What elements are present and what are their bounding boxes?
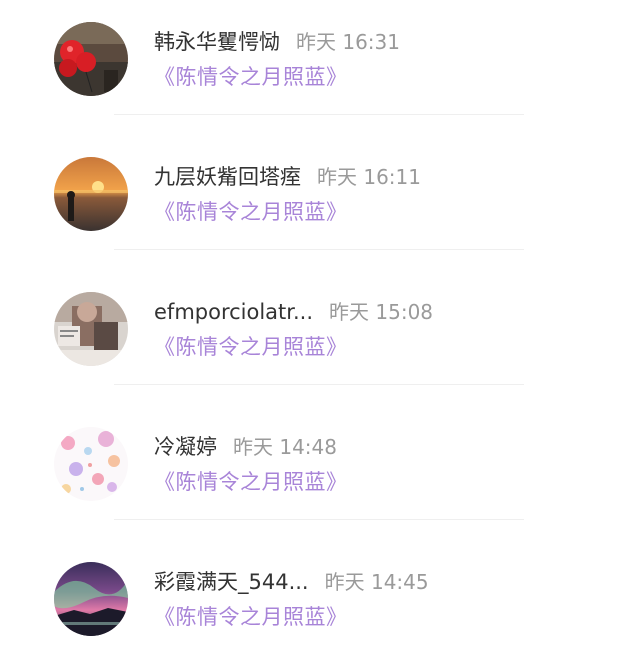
- commenter-name-text[interactable]: 冷凝婷: [154, 435, 217, 459]
- commenter-name[interactable]: 九层妖觜回塔痓 昨天 16:11: [154, 163, 421, 191]
- comment-time: 昨天 16:31: [296, 30, 400, 54]
- avatar[interactable]: [54, 427, 128, 501]
- comment-time: 昨天 14:45: [324, 570, 429, 594]
- divider: [114, 249, 524, 250]
- commenter-name[interactable]: 彩霞满天_544... 昨天 14:45: [154, 568, 429, 596]
- commenter-name-text[interactable]: 九层妖觜回塔痓: [154, 165, 301, 189]
- list-item[interactable]: 韩永华矍愕恸 昨天 16:31 《陈情令之月照蓝》: [0, 0, 640, 135]
- comment-time: 昨天 15:08: [329, 300, 434, 324]
- list-item[interactable]: 冷凝婷 昨天 14:48 《陈情令之月照蓝》: [0, 405, 640, 540]
- comment-time: 昨天 16:11: [317, 165, 421, 189]
- commenter-name[interactable]: efmporciolatr... 昨天 15:08: [154, 298, 433, 326]
- avatar[interactable]: [54, 157, 128, 231]
- avatar[interactable]: [54, 22, 128, 96]
- photo-collage-avatar-icon: [54, 292, 128, 366]
- list-item[interactable]: 彩霞满天_544... 昨天 14:45 《陈情令之月照蓝》: [0, 540, 640, 648]
- commenter-name-text[interactable]: efmporciolatr...: [154, 300, 313, 324]
- divider: [114, 384, 524, 385]
- sunset-silhouette-avatar-icon: [54, 157, 128, 231]
- aurora-landscape-avatar-icon: [54, 562, 128, 636]
- commenter-name[interactable]: 韩永华矍愕恸 昨天 16:31: [154, 28, 400, 56]
- comment-quote[interactable]: 《陈情令之月照蓝》: [154, 602, 348, 632]
- divider: [114, 114, 524, 115]
- list-item[interactable]: 九层妖觜回塔痓 昨天 16:11 《陈情令之月照蓝》: [0, 135, 640, 270]
- floral-pattern-avatar-icon: [54, 427, 128, 501]
- commenter-name[interactable]: 冷凝婷 昨天 14:48: [154, 433, 337, 461]
- comment-quote[interactable]: 《陈情令之月照蓝》: [154, 467, 348, 497]
- list-item[interactable]: efmporciolatr... 昨天 15:08 《陈情令之月照蓝》: [0, 270, 640, 405]
- comment-quote[interactable]: 《陈情令之月照蓝》: [154, 197, 348, 227]
- avatar[interactable]: [54, 562, 128, 636]
- comment-quote[interactable]: 《陈情令之月照蓝》: [154, 62, 348, 92]
- comment-list: 韩永华矍愕恸 昨天 16:31 《陈情令之月照蓝》 九层妖觜回塔痓 昨天 16:…: [0, 0, 640, 648]
- red-balloons-avatar-icon: [54, 22, 128, 96]
- commenter-name-text[interactable]: 彩霞满天_544...: [154, 570, 309, 594]
- avatar[interactable]: [54, 292, 128, 366]
- commenter-name-text[interactable]: 韩永华矍愕恸: [154, 30, 280, 54]
- divider: [114, 519, 524, 520]
- comment-time: 昨天 14:48: [233, 435, 337, 459]
- comment-quote[interactable]: 《陈情令之月照蓝》: [154, 332, 348, 362]
